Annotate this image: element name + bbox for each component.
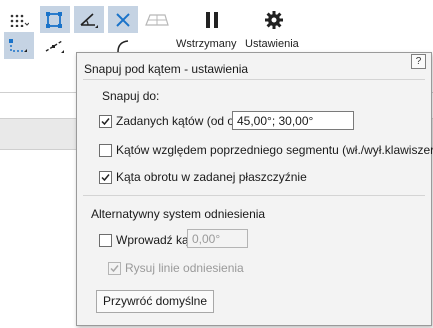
- previous-segment-checkbox[interactable]: Kątów względem poprzedniego segmentu (wł…: [99, 143, 433, 157]
- enter-angle-label: Wprowadź kąt:: [116, 233, 196, 247]
- angle-snap-icon[interactable]: [74, 6, 104, 33]
- settings-label: Ustawienia: [245, 38, 299, 50]
- section-divider: [83, 195, 425, 196]
- grid-snap-icon[interactable]: [4, 6, 34, 33]
- title-divider: [83, 79, 425, 80]
- checkbox-box[interactable]: [99, 143, 112, 157]
- object-snap-icon[interactable]: [40, 6, 70, 33]
- previous-segment-label: Kątów względem poprzedniego segmentu (wł…: [116, 143, 433, 157]
- gear-icon[interactable]: [259, 6, 289, 33]
- draw-lines-label: Rysuj linie odniesienia: [125, 261, 244, 275]
- pause-icon[interactable]: [197, 6, 227, 33]
- restore-defaults-button[interactable]: Przywróć domyślne: [96, 290, 214, 313]
- rotation-plane-checkbox[interactable]: Kąta obrotu w zadanej płaszczyźnie: [99, 170, 307, 184]
- checkbox-box[interactable]: [99, 233, 112, 247]
- rotation-plane-label: Kąta obrotu w zadanej płaszczyźnie: [116, 170, 307, 184]
- popup-title: Snapuj pod kątem - ustawienia: [84, 62, 249, 76]
- draw-lines-checkbox[interactable]: Rysuj linie odniesienia: [108, 261, 244, 275]
- intersection-snap-icon[interactable]: [108, 6, 138, 33]
- help-button[interactable]: ?: [411, 54, 426, 69]
- snap-heading: Snapuj do:: [102, 89, 160, 103]
- snap-points-icon[interactable]: [4, 32, 34, 59]
- tracking-icon[interactable]: [40, 32, 70, 59]
- checkbox-box[interactable]: [99, 114, 112, 128]
- given-angles-checkbox[interactable]: Zadanych kątów (od osi):: [99, 114, 250, 128]
- checkbox-box[interactable]: [108, 261, 121, 275]
- checkbox-box[interactable]: [99, 170, 112, 184]
- given-angles-label: Zadanych kątów (od osi):: [116, 114, 251, 128]
- plane-snap-icon[interactable]: [142, 6, 172, 33]
- pause-label: Wstrzymany: [176, 38, 237, 50]
- enter-angle-checkbox[interactable]: Wprowadź kąt:: [99, 233, 195, 247]
- alt-reference-heading: Alternatywny system odniesienia: [91, 207, 266, 221]
- enter-angle-field[interactable]: 0,00°: [187, 229, 248, 248]
- angle-snap-settings-popup: Snapuj pod kątem - ustawienia ? Snapuj d…: [76, 52, 433, 326]
- given-angles-field[interactable]: 45,00°; 30,00°: [232, 111, 354, 130]
